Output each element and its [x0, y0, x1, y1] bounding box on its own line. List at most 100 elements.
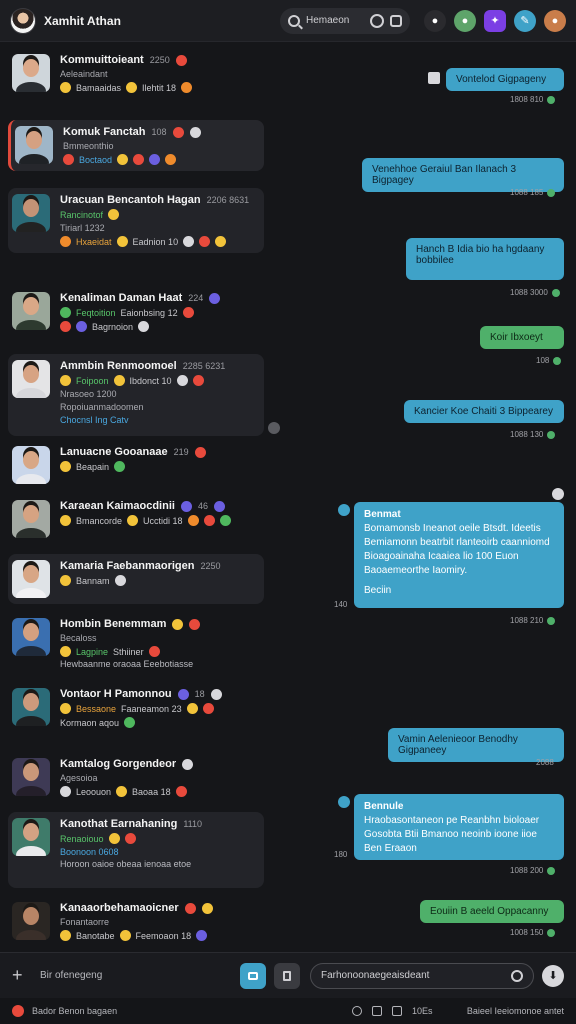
- reply-icon[interactable]: [428, 72, 440, 84]
- contact-avatar-2[interactable]: ●: [454, 9, 476, 32]
- emoji-icon: [183, 236, 195, 247]
- chat-item[interactable]: Vontaor H Pamonnou 18 Bessaone Faaneamon 2…: [8, 682, 264, 734]
- chat-time: 2250: [200, 561, 221, 571]
- contact-avatar-1[interactable]: ●: [424, 9, 446, 32]
- chat-item[interactable]: Kenaliman Daman Haat 224 Feqtoition Eaionb…: [8, 286, 264, 338]
- message-input-text[interactable]: Farhonoonaegeaisdeant: [321, 970, 511, 981]
- emoji-icon: [60, 307, 71, 318]
- chat-subtitle: Beapain: [76, 461, 110, 472]
- emoji-icon: [119, 930, 131, 941]
- message-bubble[interactable]: Koir Ibxoeyt: [480, 326, 564, 349]
- user-avatar[interactable]: [10, 7, 36, 34]
- emoji-icon: [108, 833, 120, 844]
- document-icon: [283, 970, 291, 981]
- status-icon: [12, 1005, 24, 1017]
- edit-icon[interactable]: [552, 488, 564, 500]
- status-icon: [209, 292, 221, 304]
- chat-item[interactable]: Kommuittoieant 2250 Aeleaindant Bamaaidas…: [8, 48, 264, 99]
- message-bubble-long[interactable]: Benmat Bomamonsb Ineanot oeile Btsdt. Id…: [354, 502, 564, 608]
- message-input[interactable]: Farhonoonaegeaisdeant: [310, 962, 534, 989]
- chat-item[interactable]: Hombin Benemmam Becaloss Lagpine Sthiiner…: [8, 612, 264, 675]
- chat-subtitle: Becaloss: [60, 633, 97, 643]
- compose-icon[interactable]: ✎: [514, 9, 536, 32]
- chat-preview: Boctaod: [79, 154, 113, 165]
- emoji-icon: [114, 461, 126, 472]
- emoji-picker-icon[interactable]: [511, 969, 523, 982]
- image-icon: [248, 971, 258, 980]
- refresh-icon[interactable]: [370, 13, 384, 28]
- emoji-icon: [196, 930, 208, 941]
- attach-button[interactable]: [240, 962, 266, 989]
- chat-item[interactable]: Karaean Kaimaocdinii 46 Bmancorde Ucctidi …: [8, 494, 264, 544]
- chat-item-active[interactable]: Komuk Fanctah 108 Bmmeonthio Boctaod: [8, 120, 264, 171]
- emoji-icon: [63, 154, 74, 165]
- emoji-icon: [60, 375, 71, 386]
- app-icon[interactable]: ✦: [484, 9, 506, 32]
- chat-preview-count: Feemoaon 18: [135, 930, 192, 941]
- add-icon[interactable]: +: [12, 965, 30, 986]
- read-check-icon: [553, 356, 562, 365]
- reaction-add-icon[interactable]: [268, 422, 280, 434]
- profile-avatar[interactable]: ●: [544, 9, 566, 32]
- contact-avatar: [12, 818, 50, 856]
- chat-time: 2250: [149, 55, 170, 65]
- chat-note: Nrasoeo 1200: [60, 389, 117, 399]
- chat-subtitle: Foipoon: [76, 375, 109, 386]
- message-bubble[interactable]: Vamin Aelenieoor Benodhy Gigpaneey: [388, 728, 564, 762]
- emoji-icon: [124, 717, 136, 728]
- chat-preview: Bamaaidas: [76, 82, 122, 93]
- contact-avatar: [12, 758, 50, 796]
- message-bubble[interactable]: Kancier Koe Chaiti 3 Bippearey: [404, 400, 564, 423]
- bookmark-icon[interactable]: [392, 1006, 402, 1016]
- emoji-icon: [192, 375, 204, 386]
- message-bubble[interactable]: Hanch B Idia bio ha hgdaany bobbilee: [406, 238, 564, 280]
- emoji-icon: [117, 154, 129, 165]
- chat-time: 108: [151, 127, 167, 137]
- search-bar[interactable]: Hemaeon: [280, 7, 410, 34]
- search-input[interactable]: Hemaeon: [306, 15, 364, 26]
- message-meta: 1088 200: [510, 866, 556, 875]
- message-bubble[interactable]: Venehhoe Geraiul Ban Ilanach 3 Bigpagey: [362, 158, 564, 192]
- composer-label: Bir ofenegeng: [40, 970, 103, 981]
- chat-item[interactable]: Kamaria Faebanmaorigen 2250 Bannam: [8, 554, 264, 604]
- file-icon[interactable]: [372, 1006, 382, 1016]
- chat-preview-multiline: Horoon oaioe obeaa ienoaa etoe: [60, 859, 192, 869]
- emoji-icon: [60, 575, 71, 586]
- message-bubble-long[interactable]: Bennule Hraobasontaneon pe Reanbhn biolo…: [354, 794, 564, 860]
- chat-preview: Bagrnoion: [92, 321, 134, 332]
- emoji-icon: [60, 703, 71, 714]
- read-check-icon: [551, 288, 560, 297]
- message-meta: 1088 3000: [510, 288, 560, 297]
- chat-item[interactable]: Ammbin Renmoomoel 2285 6231 Foipoon Ibdonc…: [8, 354, 264, 436]
- message-footer: Beciin: [364, 585, 392, 596]
- chat-item[interactable]: Kanaaorbehamaoicner Fonantaorre Banotabe…: [8, 896, 264, 947]
- chat-link[interactable]: Chocnsl Ing Catv: [60, 415, 129, 425]
- reaction-icon: [184, 902, 196, 914]
- message-bubble[interactable]: Vontelod Gigpageny: [446, 68, 564, 91]
- status-count: 10Es: [412, 1006, 433, 1016]
- status-icon: [177, 688, 189, 700]
- chat-preview-count: Eaionbsing 12: [120, 307, 178, 318]
- emoji-icon: [138, 321, 150, 332]
- emoji-icon: [203, 515, 215, 526]
- message-bubble[interactable]: Eouiin B aeeld Oppacanny: [420, 900, 564, 923]
- send-button[interactable]: ⬇: [542, 964, 564, 987]
- message-meta: 1008 150: [510, 928, 556, 937]
- message-meta: 1808 810: [510, 95, 556, 104]
- emoji-icon: [219, 515, 231, 526]
- chat-item[interactable]: Uracuan Bencantoh Hagan 2206 8631 Rancino…: [8, 188, 264, 253]
- chat-preview-count: Sthiiner: [113, 646, 144, 657]
- chat-item[interactable]: Kamtalog Gorgendeor Agesoioa Leoouon Baoa…: [8, 752, 264, 803]
- chat-name: Lanuacne Gooanaae: [60, 446, 168, 458]
- emoji-icon: [201, 902, 213, 914]
- chat-note: Tiriarl 1232: [60, 223, 105, 233]
- message-icon[interactable]: [390, 14, 402, 27]
- format-button[interactable]: [274, 962, 300, 989]
- chat-item[interactable]: Lanuacne Gooanaae 219 Beapain: [8, 440, 264, 490]
- emoji-icon: [182, 758, 194, 770]
- clock-icon[interactable]: [352, 1006, 362, 1016]
- chat-preview-count: Faaneamon 23: [121, 703, 182, 714]
- chat-item[interactable]: Kanothat Earnahaning 1110 Renaoiouo Boono…: [8, 812, 264, 888]
- chat-name: Kenaliman Daman Haat: [60, 292, 183, 304]
- message-text: Bomamonsb Ineanot oeile Btsdt. Ideetis B…: [364, 523, 550, 576]
